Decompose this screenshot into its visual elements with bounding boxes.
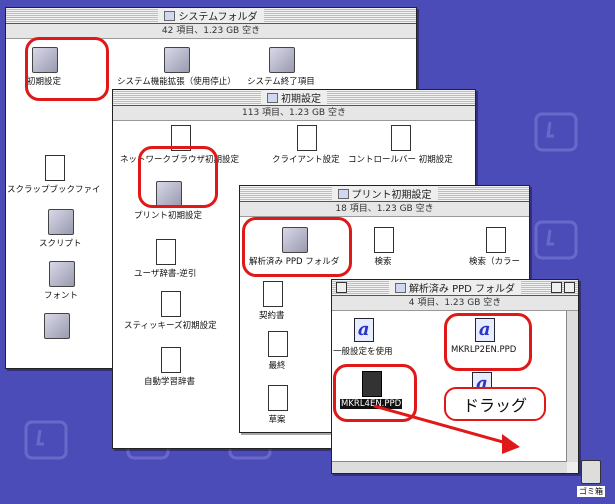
trash-label: ゴミ箱 xyxy=(577,486,605,497)
folder-icon xyxy=(394,282,406,293)
file-item[interactable]: 検索 xyxy=(370,225,396,267)
prefs-file-icon xyxy=(391,125,412,151)
desktop-pattern-icon xyxy=(24,420,68,460)
file-item[interactable]: スクラップブックファイ xyxy=(6,153,102,195)
horizontal-scrollbar[interactable] xyxy=(332,461,567,473)
folder-item[interactable]: スクリプト xyxy=(38,207,83,249)
file-item[interactable]: 最終 xyxy=(264,329,290,371)
dictionary-icon xyxy=(160,347,181,373)
file-item[interactable]: a 一般設定を使用 xyxy=(332,315,394,357)
document-icon xyxy=(268,385,288,411)
window-title: 初期設定 xyxy=(281,94,321,105)
window-info: 113 項目、1.23 GB 空き xyxy=(113,106,475,121)
folder-icon xyxy=(267,92,278,103)
title-bar[interactable]: 解析済み PPD フォルダ xyxy=(332,280,578,296)
drag-arrow xyxy=(373,404,520,454)
file-item[interactable]: コントロールバー 初期設定 xyxy=(347,123,454,165)
window-title: 解析済み PPD フォルダ xyxy=(408,284,516,295)
folder-item[interactable]: システム機能拡張（使用停止） xyxy=(116,45,237,87)
highlight-ring xyxy=(138,146,218,208)
scrapbook-icon xyxy=(44,155,65,181)
trash-icon[interactable]: ゴミ箱 xyxy=(576,460,606,500)
file-item[interactable]: 検索（カラー xyxy=(468,225,521,267)
document-icon xyxy=(262,281,283,307)
folder-item[interactable] xyxy=(43,311,70,341)
highlight-ring xyxy=(242,217,352,277)
title-bar[interactable]: 初期設定 xyxy=(113,90,475,106)
folder-icon xyxy=(164,10,176,21)
font-folder-icon xyxy=(49,261,75,287)
ppd-icon: a xyxy=(353,318,374,342)
window-info: 4 項目、1.23 GB 空き xyxy=(332,296,578,311)
collapse-box[interactable] xyxy=(564,282,575,293)
window-title: プリント初期設定 xyxy=(351,190,432,201)
folder-icon xyxy=(44,313,70,339)
close-box[interactable] xyxy=(336,282,347,293)
vertical-scrollbar[interactable] xyxy=(566,311,578,462)
file-item[interactable]: ユーザ辞書-逆引 xyxy=(133,237,197,279)
file-item[interactable]: クライアント設定 xyxy=(271,123,341,165)
folder-icon xyxy=(337,188,349,199)
file-item[interactable]: 契約書 xyxy=(258,279,286,321)
desktop-pattern-icon xyxy=(534,112,578,152)
folder-item[interactable]: システム終了項目 xyxy=(246,45,316,87)
window-info: 18 項目、1.23 GB 空き xyxy=(240,202,529,217)
document-icon xyxy=(374,227,394,253)
folder-item[interactable]: フォント xyxy=(43,259,79,301)
file-item[interactable]: スティッキーズ初期設定 xyxy=(123,289,218,331)
trash-can-icon xyxy=(581,460,601,484)
title-bar[interactable]: システムフォルダ xyxy=(6,8,416,24)
window-title: システムフォルダ xyxy=(178,12,258,23)
document-icon xyxy=(485,227,506,253)
prefs-file-icon xyxy=(161,291,182,317)
title-bar[interactable]: プリント初期設定 xyxy=(240,186,529,202)
zoom-box[interactable] xyxy=(551,282,562,293)
shutdown-folder-icon xyxy=(268,47,295,73)
script-folder-icon xyxy=(48,209,75,235)
file-item[interactable]: 草案 xyxy=(264,383,290,425)
file-item[interactable]: 自動学習辞書 xyxy=(143,345,196,387)
extension-folder-icon xyxy=(164,47,191,73)
desktop-pattern-icon xyxy=(534,220,578,260)
dictionary-icon xyxy=(156,239,177,265)
highlight-ring xyxy=(444,313,532,371)
document-icon xyxy=(268,331,288,357)
highlight-ring xyxy=(25,37,109,101)
prefs-file-icon xyxy=(296,125,317,151)
